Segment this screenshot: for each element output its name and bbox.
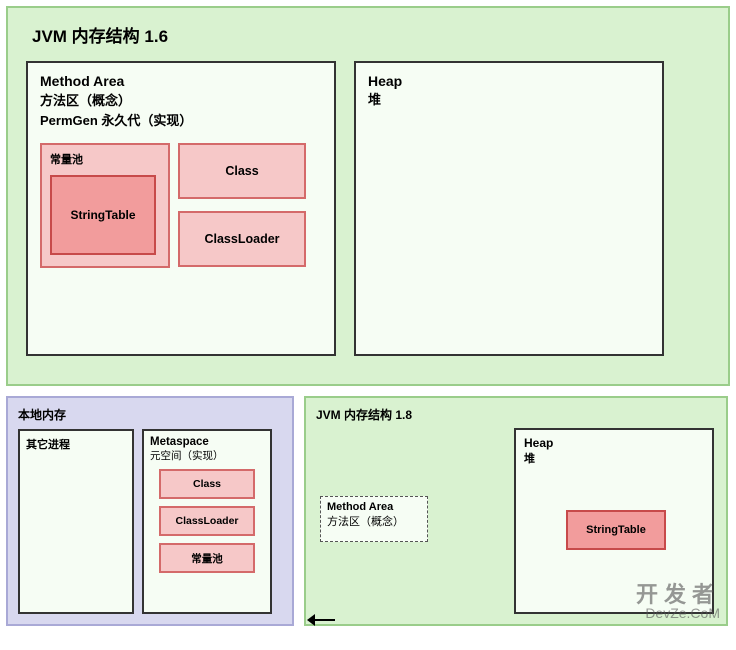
other-process-box: 其它进程 [18,429,134,614]
metaspace-sub: 元空间（实现） [150,448,264,463]
constant-pool-16: 常量池 StringTable [40,143,170,268]
jvm-18-title: JVM 内存结构 1.8 [316,406,716,423]
classloader-box-16: ClassLoader [178,211,306,267]
metaspace-constpool-box: 常量池 [159,543,255,573]
jvm-18-panel: JVM 内存结构 1.8 Method Area 方法区（概念） Heap 堆 … [304,396,728,626]
other-process-title: 其它进程 [26,436,126,452]
method-area-title: Method Area [40,73,322,89]
arrow-icon [307,613,335,627]
bottom-row: 本地内存 其它进程 Metaspace 元空间（实现） Class ClassL… [6,396,730,626]
method-area-sub2: PermGen 永久代（实现） [40,110,322,129]
heap-18: Heap 堆 StringTable [514,428,714,614]
jvm-16-panel: JVM 内存结构 1.6 Method Area 方法区（概念） PermGen… [6,6,730,386]
method-area-18-line1: Method Area [327,501,421,513]
heap-18-title: Heap [524,436,704,450]
constant-pool-label: 常量池 [50,151,160,167]
method-area-inner: 常量池 StringTable Class ClassLoader [40,143,322,268]
metaspace-class-box: Class [159,469,255,499]
metaspace-box: Metaspace 元空间（实现） Class ClassLoader 常量池 [142,429,272,614]
heap-16: Heap 堆 [354,61,664,356]
method-area-sub1: 方法区（概念） [40,90,322,109]
string-table-18: StringTable [566,510,666,550]
metaspace-title: Metaspace [150,436,264,448]
heap-16-sub: 堆 [368,89,650,108]
jvm-16-title: JVM 内存结构 1.6 [32,22,710,47]
local-memory-panel: 本地内存 其它进程 Metaspace 元空间（实现） Class ClassL… [6,396,294,626]
method-area-18: Method Area 方法区（概念） [320,496,428,542]
heap-18-sub: 堆 [524,450,704,466]
local-memory-title: 本地内存 [18,406,282,423]
jvm-16-content-row: Method Area 方法区（概念） PermGen 永久代（实现） 常量池 … [26,61,710,356]
string-table-16: StringTable [50,175,156,255]
metaspace-classloader-box: ClassLoader [159,506,255,536]
local-memory-row: 其它进程 Metaspace 元空间（实现） Class ClassLoader… [18,429,282,614]
class-box-16: Class [178,143,306,199]
metaspace-boxes: Class ClassLoader 常量池 [150,469,264,573]
heap-16-title: Heap [368,73,650,89]
method-area-18-line2: 方法区（概念） [327,513,421,529]
method-area-16: Method Area 方法区（概念） PermGen 永久代（实现） 常量池 … [26,61,336,356]
class-column: Class ClassLoader [178,143,306,268]
